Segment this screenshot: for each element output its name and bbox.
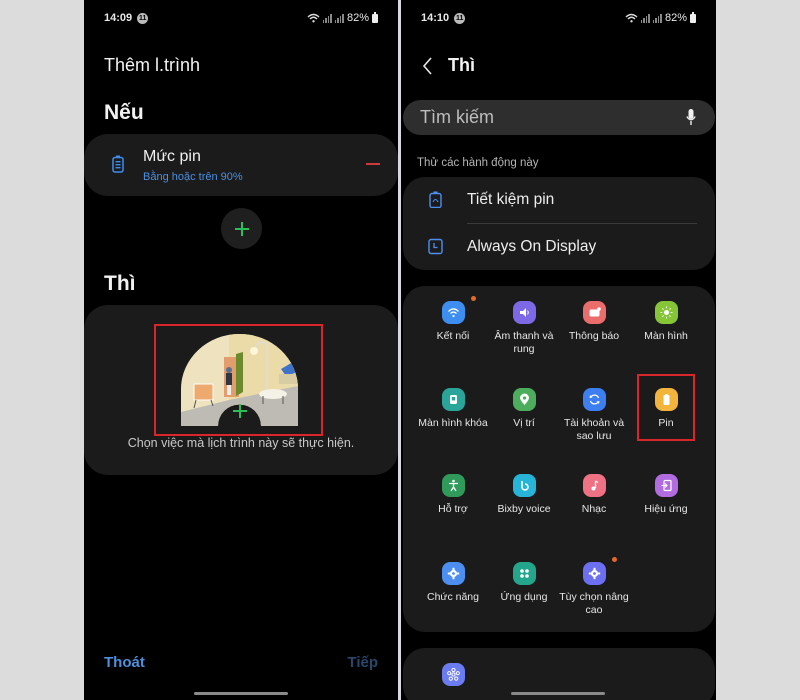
status-time: 14:09 — [104, 12, 133, 24]
accounts-sync-icon — [582, 388, 606, 411]
category-sound[interactable]: Âm thanh và rung — [485, 301, 563, 356]
home-indicator[interactable] — [511, 692, 605, 695]
category-label: Pin — [658, 417, 674, 429]
location-icon — [512, 388, 536, 411]
remove-condition-button[interactable] — [366, 163, 380, 165]
battery-saver-icon — [429, 191, 442, 208]
notification-count-badge: 11 — [454, 12, 466, 24]
suggestions-card: Tiết kiệm pin Always On Display — [403, 177, 715, 270]
plus-icon — [234, 221, 249, 236]
routine-editor-screen: 14:09 11 82% Thêm l.trình Nếu Mức pin Bằ… — [84, 0, 398, 700]
if-heading: Nếu — [104, 101, 144, 124]
flower-icon — [442, 663, 465, 686]
battery-percent: 82% — [664, 12, 687, 24]
music-icon — [582, 474, 606, 497]
bixby-icon — [512, 474, 536, 497]
display-icon — [654, 301, 678, 324]
gear-icon — [441, 562, 465, 585]
category-battery[interactable]: Pin — [627, 388, 705, 430]
suggestions-label: Thử các hành động này — [417, 157, 539, 169]
category-label: Màn hình khóa — [418, 417, 488, 429]
status-bar: 14:10 11 82% — [421, 10, 696, 26]
condition-name: Mức pin — [143, 148, 201, 165]
signal-icon — [322, 13, 332, 23]
lock-screen-icon — [441, 388, 465, 411]
add-action-plus-icon — [233, 404, 247, 418]
status-bar: 14:09 11 82% — [104, 10, 378, 26]
home-indicator[interactable] — [194, 692, 288, 695]
battery-percent: 82% — [346, 12, 369, 24]
suggestion-battery-saver[interactable]: Tiết kiệm pin — [403, 177, 715, 223]
category-grid: Kết nối Âm thanh và rung Thông báo Màn hình… — [403, 286, 715, 632]
status-time: 14:10 — [421, 12, 450, 24]
add-action-highlight[interactable] — [154, 324, 323, 436]
back-arrow-icon[interactable] — [421, 56, 435, 76]
signal-icon-2 — [334, 13, 344, 23]
category-label: Tài khoản và sao lưu — [563, 417, 625, 442]
category-label: Hỗ trợ — [438, 503, 468, 515]
signal-icon-2 — [652, 13, 662, 23]
suggestion-label: Always On Display — [467, 238, 597, 255]
always-on-display-icon — [428, 238, 443, 255]
signal-icon — [640, 13, 650, 23]
category-display[interactable]: Màn hình — [627, 301, 705, 343]
then-heading: Thì — [104, 272, 136, 295]
category-label: Hiệu ứng — [644, 503, 688, 515]
new-badge-dot — [471, 296, 476, 301]
category-wifi[interactable]: Kết nối — [414, 296, 492, 343]
category-effects[interactable]: Hiệu ứng — [627, 474, 705, 516]
page-title: Thêm l.trình — [104, 55, 201, 75]
wifi-icon — [307, 13, 320, 23]
advanced-gear-icon — [582, 562, 606, 585]
category-label: Kết nối — [436, 330, 470, 342]
battery-icon — [654, 388, 678, 411]
category-music[interactable]: Nhạc — [555, 474, 633, 516]
category-label: Ứng dụng — [500, 591, 548, 603]
category-lock-screen[interactable]: Màn hình khóa — [414, 388, 492, 430]
next-button[interactable]: Tiếp — [347, 654, 378, 671]
category-label: Màn hình — [644, 330, 688, 342]
exit-button[interactable]: Thoát — [104, 654, 145, 671]
notification-count-badge: 11 — [137, 12, 149, 24]
category-label: Tùy chọn nâng cao — [559, 591, 629, 616]
notification-icon — [582, 301, 606, 324]
effects-icon — [654, 474, 678, 497]
wifi-icon — [441, 301, 465, 324]
suggestion-label: Tiết kiệm pin — [467, 191, 555, 208]
battery-icon — [112, 155, 124, 173]
category-gear[interactable]: Chức năng — [414, 562, 492, 604]
condition-detail: Bằng hoặc trên 90% — [143, 171, 243, 183]
wifi-icon — [625, 13, 638, 23]
category-label: Vị trí — [513, 417, 535, 429]
action-picker-screen: 14:10 11 82% Thì Thử các hành động này T… — [401, 0, 716, 700]
search-input[interactable] — [420, 100, 670, 135]
suggestion-always-on-display[interactable]: Always On Display — [403, 224, 715, 270]
category-location[interactable]: Vị trí — [485, 388, 563, 430]
category-label: Thông báo — [568, 330, 620, 342]
battery-status-icon — [690, 11, 696, 23]
category-accounts-sync[interactable]: Tài khoản và sao lưu — [555, 388, 633, 443]
category-label: Bixby voice — [497, 503, 551, 515]
accessibility-icon — [441, 474, 465, 497]
add-condition-button[interactable] — [221, 208, 262, 249]
battery-status-icon — [372, 11, 378, 23]
category-bixby[interactable]: Bixby voice — [485, 474, 563, 516]
page-title: Thì — [448, 55, 475, 75]
apps-icon — [512, 562, 536, 585]
search-bar — [403, 100, 715, 135]
category-apps[interactable]: Ứng dụng — [485, 562, 563, 604]
category-label: Nhạc — [581, 503, 607, 515]
sound-icon — [512, 301, 536, 324]
microphone-icon[interactable] — [686, 109, 696, 126]
category-label: Âm thanh và rung — [494, 330, 554, 355]
condition-card[interactable]: Mức pin Bằng hoặc trên 90% — [84, 134, 398, 196]
then-card: Chọn việc mà lịch trình này sẽ thực hiện… — [84, 305, 398, 475]
category-advanced-gear[interactable]: Tùy chọn nâng cao — [555, 557, 633, 617]
then-hint: Chọn việc mà lịch trình này sẽ thực hiện… — [127, 436, 355, 450]
category-accessibility[interactable]: Hỗ trợ — [414, 474, 492, 516]
new-badge-dot — [612, 557, 617, 562]
category-notification[interactable]: Thông báo — [555, 301, 633, 343]
category-label: Chức năng — [427, 591, 479, 603]
